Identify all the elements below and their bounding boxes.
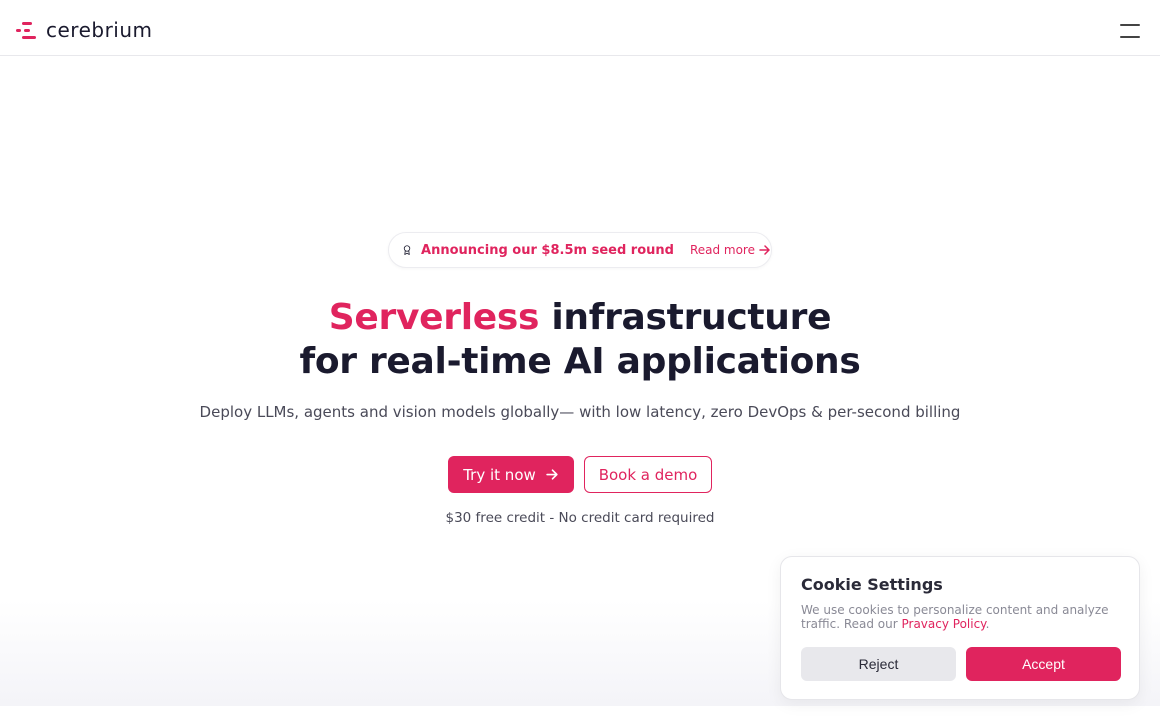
free-credit-note: $30 free credit - No credit card require… <box>445 510 715 526</box>
book-a-demo-label: Book a demo <box>598 465 698 484</box>
announcement-text: Announcing our $8.5m seed round <box>421 242 674 258</box>
cerebrium-logo-icon <box>16 19 38 41</box>
try-it-now-button[interactable]: Try it now <box>448 456 574 493</box>
hero-title-line-2: for real-time AI applications <box>299 341 861 382</box>
book-a-demo-button[interactable]: Book a demo <box>584 456 712 493</box>
hero-title-rest: infrastructure <box>539 297 832 338</box>
award-ribbon-icon <box>403 245 411 255</box>
arrow-right-icon <box>546 469 558 480</box>
cookie-title: Cookie Settings <box>801 575 943 594</box>
privacy-policy-link[interactable]: Pravacy Policy <box>901 617 985 631</box>
logo-text: cerebrium <box>46 18 153 42</box>
try-it-now-label: Try it now <box>463 465 536 484</box>
read-more-link[interactable]: Read more <box>690 243 771 257</box>
read-more-label: Read more <box>689 243 755 257</box>
reject-cookies-button[interactable]: Reject <box>801 647 956 681</box>
hero-title-accent: Serverless <box>328 297 540 338</box>
hero-title: Serverless infrastructure for real-time … <box>0 296 1160 384</box>
arrow-right-icon <box>759 245 770 255</box>
reject-label: Reject <box>858 656 899 672</box>
site-header: cerebrium <box>0 0 1160 56</box>
cookie-description: We use cookies to personalize content an… <box>801 603 1126 631</box>
cookie-settings-panel: Cookie Settings We use cookies to person… <box>780 556 1140 700</box>
accept-cookies-button[interactable]: Accept <box>966 647 1121 681</box>
cookie-text-end: . <box>985 617 990 631</box>
hero-title-line-1: Serverless infrastructure <box>0 296 1160 340</box>
hamburger-menu-icon[interactable] <box>1120 22 1142 40</box>
logo[interactable]: cerebrium <box>16 18 153 42</box>
announcement-pill[interactable]: Announcing our $8.5m seed round Read mor… <box>388 232 772 268</box>
hero-subtitle: Deploy LLMs, agents and vision models gl… <box>199 403 961 421</box>
accept-label: Accept <box>1022 656 1065 672</box>
